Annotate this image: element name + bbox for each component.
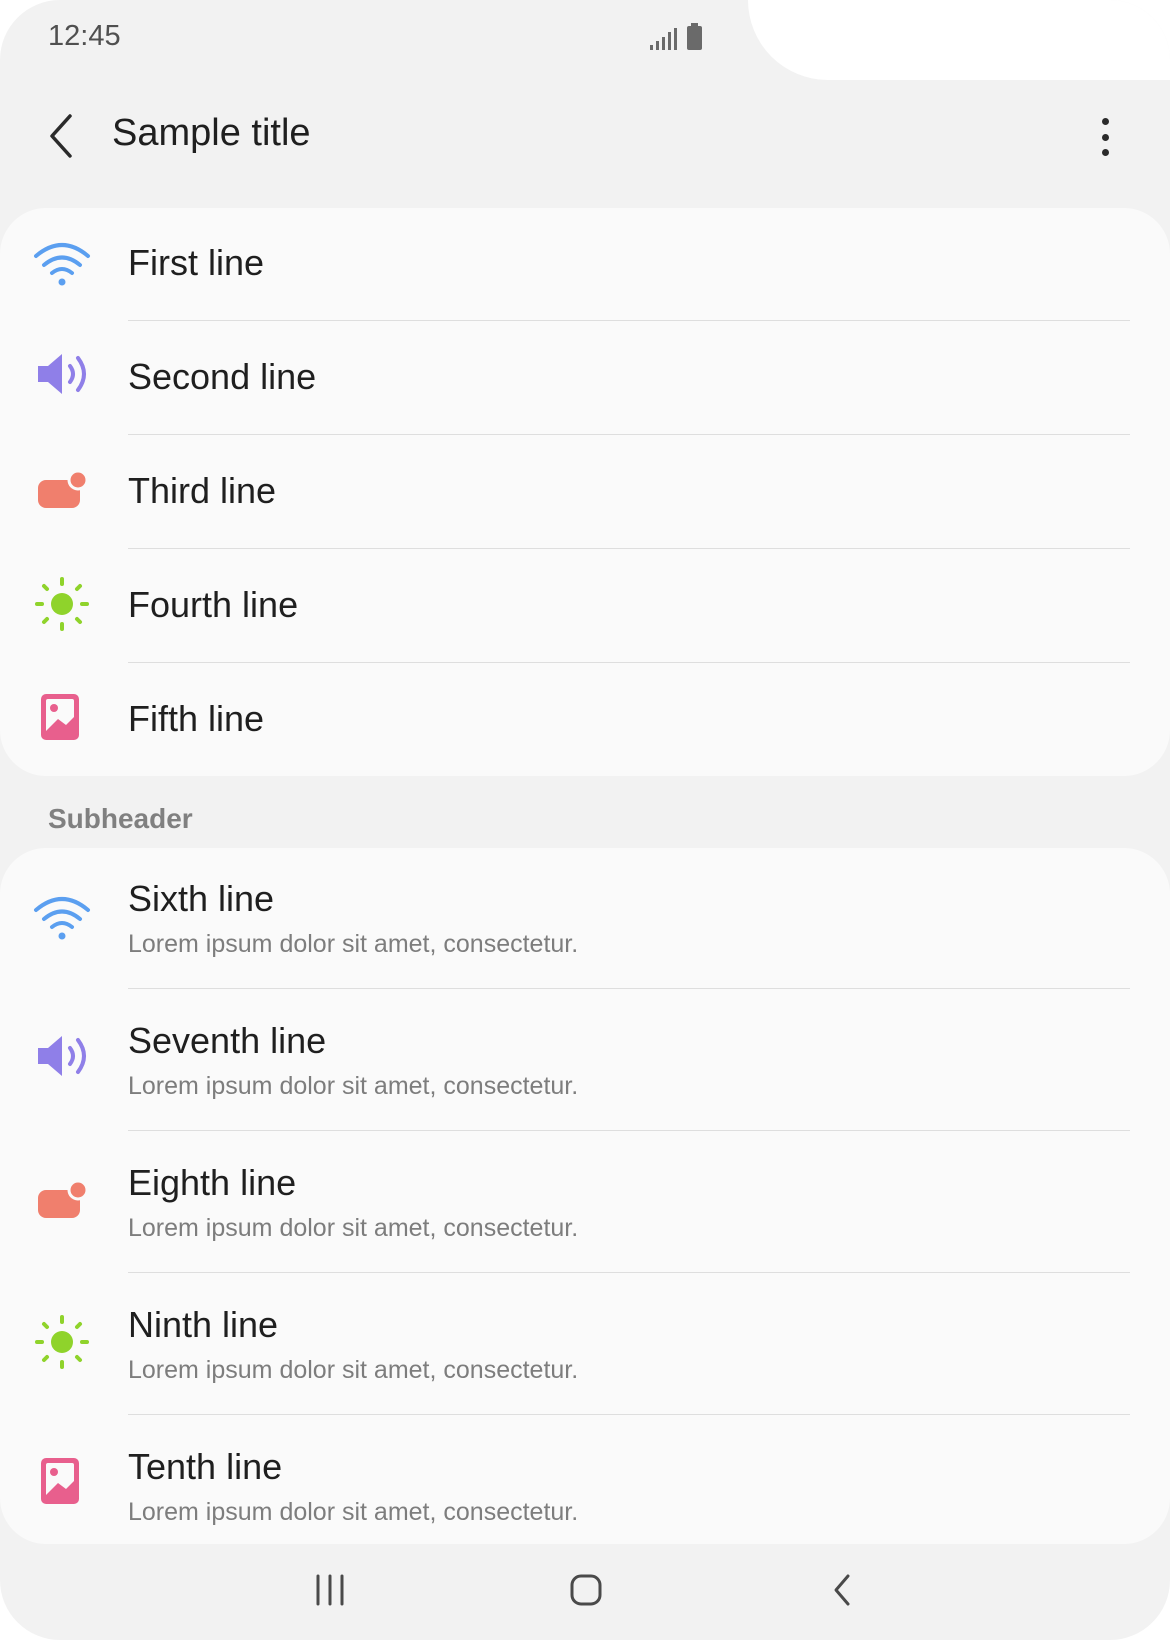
- brightness-icon: [30, 1310, 94, 1374]
- notification-icon: [30, 1168, 94, 1232]
- wifi-icon: [30, 886, 94, 950]
- wifi-icon: [30, 232, 94, 296]
- recent-apps-icon: [316, 1574, 344, 1606]
- list-item-label: Ninth line: [128, 1304, 279, 1345]
- list-item-second[interactable]: Second line: [0, 322, 1170, 436]
- home-icon: [570, 1574, 602, 1606]
- divider: [128, 320, 1130, 321]
- divider: [128, 1130, 1130, 1131]
- list-item-ninth[interactable]: Ninth line Lorem ipsum dolor sit amet, c…: [0, 1274, 1170, 1416]
- list-item-summary: Lorem ipsum dolor sit amet, consectetur.: [128, 1214, 579, 1242]
- volume-icon: [30, 342, 94, 406]
- page-title: Sample title: [112, 112, 311, 154]
- list-item-fifth[interactable]: Fifth line: [0, 664, 1170, 776]
- list-item-label: First line: [128, 242, 265, 283]
- home-button[interactable]: [566, 1566, 606, 1614]
- list-item-third[interactable]: Third line: [0, 436, 1170, 550]
- divider: [128, 434, 1130, 435]
- brightness-icon: [30, 572, 94, 636]
- nav-back-button[interactable]: [822, 1566, 862, 1614]
- divider: [128, 1414, 1130, 1415]
- list-item-summary: Lorem ipsum dolor sit amet, consectetur.: [128, 1356, 579, 1384]
- list-card-secondary: Sixth line Lorem ipsum dolor sit amet, c…: [0, 848, 1170, 1544]
- list-item-first[interactable]: First line: [0, 208, 1170, 322]
- image-icon: [30, 686, 94, 750]
- list-item-sixth[interactable]: Sixth line Lorem ipsum dolor sit amet, c…: [0, 848, 1170, 990]
- list-item-label: Seventh line: [128, 1020, 327, 1061]
- volume-icon: [30, 1024, 94, 1088]
- divider: [128, 1272, 1130, 1273]
- chevron-left-icon: [50, 114, 72, 158]
- list-item-tenth[interactable]: Tenth line Lorem ipsum dolor sit amet, c…: [0, 1416, 1170, 1544]
- more-options-button[interactable]: [1090, 112, 1120, 162]
- divider: [128, 988, 1130, 989]
- subheader: Subheader: [48, 803, 193, 834]
- image-icon: [30, 1450, 94, 1514]
- list-item-summary: Lorem ipsum dolor sit amet, consectetur.: [128, 1072, 579, 1100]
- list-item-label: Eighth line: [128, 1162, 297, 1203]
- list-item-seventh[interactable]: Seventh line Lorem ipsum dolor sit amet,…: [0, 990, 1170, 1132]
- divider: [128, 548, 1130, 549]
- list-item-fourth[interactable]: Fourth line: [0, 550, 1170, 664]
- back-button[interactable]: [40, 108, 84, 164]
- list-item-label: Third line: [128, 470, 277, 511]
- list-item-label: Fifth line: [128, 698, 265, 739]
- more-dot: [1101, 118, 1109, 125]
- list-item-summary: Lorem ipsum dolor sit amet, consectetur.: [128, 930, 579, 958]
- more-dot: [1101, 149, 1109, 156]
- more-dot: [1101, 133, 1109, 141]
- list-item-label: Fourth line: [128, 584, 299, 625]
- list-item-summary: Lorem ipsum dolor sit amet, consectetur.: [128, 1498, 579, 1526]
- list-item-label: Second line: [128, 356, 317, 397]
- camera-notch: [748, 0, 1170, 80]
- list-item-label: Sixth line: [128, 878, 275, 919]
- notification-icon: [30, 458, 94, 522]
- signal-icon: [650, 26, 677, 50]
- divider: [128, 662, 1130, 663]
- list-card-primary: First line Second line Third line Fourth…: [0, 208, 1170, 776]
- recent-apps-button[interactable]: [310, 1566, 350, 1614]
- back-icon: [834, 1574, 850, 1606]
- status-time: 12:45: [48, 20, 121, 52]
- device-screen: 12:45 Sample title First line Second lin…: [0, 0, 1170, 1640]
- battery-icon: [687, 23, 702, 50]
- status-icons: [650, 23, 702, 50]
- list-item-label: Tenth line: [128, 1446, 283, 1487]
- list-item-eighth[interactable]: Eighth line Lorem ipsum dolor sit amet, …: [0, 1132, 1170, 1274]
